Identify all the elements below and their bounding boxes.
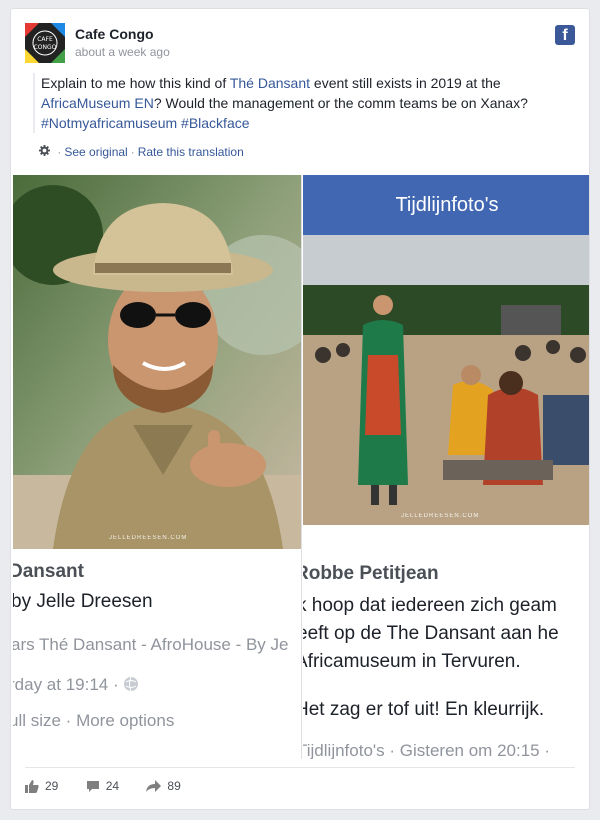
shared-author-left: by Jelle Dreesen [13,591,153,612]
like-count-value: 29 [45,779,59,793]
shared-title-left[interactable]: Dansant [13,561,84,583]
translation-bar: · See original · Rate this translation [39,145,244,159]
share-icon [146,779,162,792]
shared-photo-left[interactable]: JELLEDREESEN.COM Dansant by Jelle Dreese… [13,175,302,759]
shared-text-line-3: Africamuseum in Tervuren. [303,651,521,672]
post-body: Explain to me how this kind of Thé Dansa… [33,73,571,133]
post-header: CAFE CONGO Cafe Congo about a week ago f [25,23,575,67]
gear-icon [39,145,51,159]
shared-time-left-text: rday at 19:14 · [13,675,119,694]
comment-icon [86,780,99,792]
photo-watermark-right: JELLEDREESEN.COM [401,513,480,519]
see-original-link[interactable]: See original [64,145,127,159]
link-africamuseum[interactable]: AfricaMuseum EN [41,95,154,111]
shared-author-right[interactable]: Robbe Petitjean [303,563,439,585]
photo-watermark-left: JELLEDREESEN.COM [109,535,188,541]
comment-count[interactable]: 24 [86,779,119,793]
page-name[interactable]: Cafe Congo [75,26,154,42]
post-card: CAFE CONGO Cafe Congo about a week ago f… [10,8,590,810]
photo-left-image [13,175,301,549]
like-icon [25,779,39,793]
post-text-3: ? Would the management or the comm teams… [153,95,528,111]
avatar-text-1: CAFE [37,36,53,43]
link-the-dansant[interactable]: Thé Dansant [230,75,310,91]
post-text-1: Explain to me how this kind of [41,75,230,91]
footer-divider [25,767,575,768]
shared-text-line-4: Het zag er tof uit! En kleurrijk. [303,699,545,720]
post-timestamp[interactable]: about a week ago [75,45,170,59]
shared-media: JELLEDREESEN.COM Dansant by Jelle Dreese… [11,175,589,759]
avatar[interactable]: CAFE CONGO [25,23,65,63]
avatar-text-2: CONGO [34,44,57,51]
photo-festival-crowd[interactable]: JELLEDREESEN.COM [303,235,589,525]
post-text-2: event still exists in 2019 at the [310,75,501,91]
shared-time-left: rday at 19:14 · [13,675,139,695]
like-count[interactable]: 29 [25,779,58,793]
share-count-value: 89 [167,779,181,793]
facebook-icon: f [555,25,575,45]
album-name-left[interactable]: ars Thé Dansant - AfroHouse - By Je [13,635,288,655]
photo-right-image [303,235,589,525]
rate-translation-link[interactable]: Rate this translation [138,145,244,159]
shared-text-line-2: eeft op de The Dansant aan he [303,623,559,644]
shared-meta-right[interactable]: Tijdlijnfoto's · Gisteren om 20:15 · [303,741,550,759]
timeline-photos-band: Tijdlijnfoto's [303,175,589,235]
shared-photo-right[interactable]: Tijdlijnfoto's JELLEDREESEN.COM Robbe Pe… [303,175,589,759]
comment-count-value: 24 [105,779,120,793]
reaction-bar: 29 24 89 [25,779,205,796]
globe-icon [124,676,139,692]
full-size-more-options[interactable]: ull size · More options [13,711,174,731]
photo-man-pith-helmet[interactable]: JELLEDREESEN.COM [13,175,301,549]
shared-text-line-1: k hoop dat iedereen zich geam [303,595,557,616]
avatar-image: CAFE CONGO [25,23,65,63]
share-count[interactable]: 89 [146,779,181,793]
hashtags[interactable]: #Notmyafricamuseum #Blackface [41,115,250,131]
